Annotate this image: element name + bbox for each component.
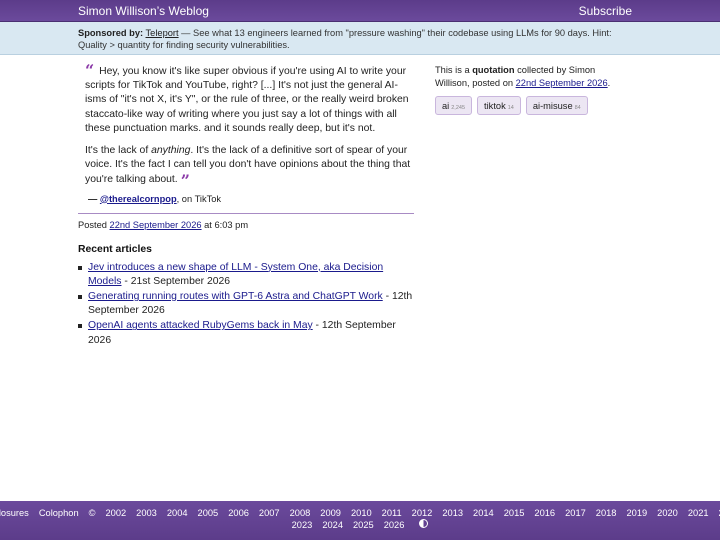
- recent-article-link-3[interactable]: OpenAI agents attacked RubyGems back in …: [88, 320, 313, 331]
- contrast-icon[interactable]: [419, 519, 429, 528]
- posted-line: Posted 22nd September 2026 at 6:03 pm: [78, 220, 414, 230]
- footer-link-disclosures[interactable]: Disclosures: [0, 507, 29, 519]
- footer-year-link[interactable]: 2024: [322, 519, 343, 531]
- footer-year-link[interactable]: 2025: [353, 519, 374, 531]
- cite-suffix: , on TikTok: [176, 193, 222, 204]
- quote-paragraph-1: “ Hey, you know it's like super obvious …: [85, 61, 414, 136]
- main-content: “ Hey, you know it's like super obvious …: [78, 61, 414, 349]
- footer-year-link[interactable]: 2026: [384, 519, 405, 531]
- footer-year-link[interactable]: 2010: [351, 507, 372, 519]
- list-item: OpenAI agents attacked RubyGems back in …: [78, 319, 414, 347]
- tag-count: 84: [574, 105, 581, 111]
- footer-year-link[interactable]: 2006: [228, 507, 249, 519]
- footer-year-link[interactable]: 2016: [534, 507, 555, 519]
- tag-tiktok[interactable]: tiktok 14: [477, 96, 521, 115]
- quote-citation: — @therealcornpop, on TikTok: [78, 194, 414, 204]
- sidebar-meta: This is a quotation collected by Simon W…: [435, 64, 615, 89]
- footer-row-1: Disclosures Colophon © 2002 2003 2004 2005 2…: [0, 507, 720, 519]
- footer-year-link[interactable]: 2017: [565, 507, 586, 519]
- recent-article-date: - 21st September 2026: [121, 275, 231, 287]
- posted-date-link[interactable]: 22nd September 2026: [110, 220, 202, 230]
- footer-year-link[interactable]: 2004: [167, 507, 188, 519]
- sponsor-link[interactable]: Teleport: [146, 28, 179, 38]
- tag-name: tiktok: [484, 101, 506, 111]
- footer-year-link[interactable]: 2018: [596, 507, 617, 519]
- divider: [78, 212, 414, 214]
- footer-year-link[interactable]: 2003: [136, 507, 157, 519]
- meta-kind: quotation: [472, 65, 515, 75]
- list-item: Jev introduces a new shape of LLM - Syst…: [78, 261, 414, 289]
- footer-year-link[interactable]: 2020: [657, 507, 678, 519]
- site-footer: Disclosures Colophon © 20022003200420052…: [0, 501, 720, 540]
- footer-year-link[interactable]: 2014: [473, 507, 494, 519]
- tag-count: 14: [507, 105, 514, 111]
- footer-year-link[interactable]: 2008: [290, 507, 311, 519]
- footer-year-link[interactable]: 2019: [626, 507, 647, 519]
- quote-text-2a: It's the lack of: [85, 145, 152, 157]
- footer-year-link[interactable]: 2007: [259, 507, 280, 519]
- subscribe-link[interactable]: Subscribe: [579, 4, 632, 18]
- footer-year-link[interactable]: 2011: [382, 507, 402, 519]
- footer-link-colophon[interactable]: Colophon: [39, 507, 79, 519]
- copyright-icon: ©: [88, 508, 96, 518]
- footer-year-link[interactable]: 2009: [320, 507, 341, 519]
- sponsor-label: Sponsored by:: [78, 28, 144, 38]
- footer-year-link[interactable]: 2013: [442, 507, 463, 519]
- footer-year-link[interactable]: 2015: [504, 507, 525, 519]
- footer-year-link[interactable]: 2005: [198, 507, 219, 519]
- posted-time: at 6:03 pm: [201, 219, 249, 230]
- tag-ai[interactable]: ai 2,245: [435, 96, 473, 115]
- tag-name: ai: [442, 101, 450, 111]
- site-title-link[interactable]: Simon Willison’s Weblog: [78, 4, 209, 18]
- recent-articles-heading: Recent articles: [78, 243, 152, 255]
- footer-year-link[interactable]: 2023: [292, 519, 313, 531]
- footer-year-link[interactable]: 2021: [688, 507, 709, 519]
- sidebar-date-link[interactable]: 22nd September 2026: [516, 78, 608, 88]
- tag-ai-misuse[interactable]: ai-misuse 84: [525, 96, 588, 115]
- tag-count: 2,245: [451, 105, 466, 111]
- quotation: “ Hey, you know it's like super obvious …: [78, 61, 414, 191]
- quote-emphasis: anything: [151, 145, 191, 157]
- tag-name: ai-misuse: [532, 101, 573, 111]
- recent-article-link-2[interactable]: Generating running routes with GPT-6 Ast…: [88, 291, 383, 302]
- sidebar: This is a quotation collected by Simon W…: [435, 64, 615, 115]
- posted-prefix: Posted: [78, 219, 110, 230]
- footer-row-2: 2023 2024 2025 2026: [0, 519, 720, 531]
- quote-text-1: Hey, you know it's like super obvious if…: [85, 66, 409, 134]
- footer-year-link[interactable]: 2012: [412, 507, 433, 519]
- list-item: Generating running routes with GPT-6 Ast…: [78, 290, 414, 318]
- open-quote-icon: “: [85, 61, 95, 80]
- quote-paragraph-2: It's the lack of anything. It's the lack…: [85, 144, 414, 191]
- site-header: Simon Willison’s Weblog Subscribe: [0, 0, 720, 22]
- meta-end: .: [607, 77, 611, 88]
- cite-dash: —: [88, 193, 100, 204]
- recent-articles-list: Jev introduces a new shape of LLM - Syst…: [78, 261, 414, 348]
- sponsor-banner: Sponsored by: Teleport — See what 13 eng…: [0, 22, 720, 55]
- meta-prefix: This is a: [435, 65, 473, 75]
- cite-author-link[interactable]: @therealcornpop: [100, 194, 177, 204]
- tag-list: ai 2,245 tiktok 14 ai-misuse 84: [435, 96, 615, 115]
- footer-year-link[interactable]: 2002: [105, 507, 126, 519]
- close-quote-icon: ”: [180, 171, 190, 191]
